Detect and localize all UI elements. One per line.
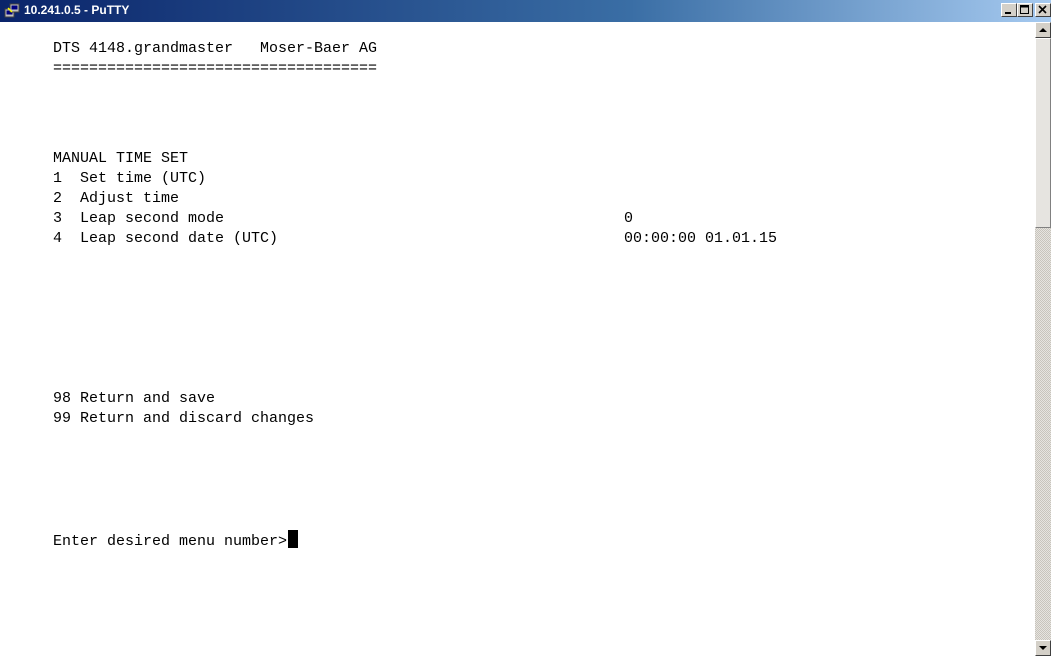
window-title: 10.241.0.5 - PuTTY xyxy=(24,3,130,17)
leap-second-date-value: 00:00:00 01.01.15 xyxy=(624,230,778,247)
title-bar[interactable]: 10.241.0.5 - PuTTY xyxy=(0,0,1051,22)
scroll-up-button[interactable] xyxy=(1035,22,1051,38)
menu-item-adjust-time: 2 Adjust time xyxy=(53,190,180,207)
menu-item-return-save: 98 Return and save xyxy=(53,390,216,407)
close-icon xyxy=(1038,5,1047,14)
maximize-icon xyxy=(1020,5,1029,14)
scrollbar-thumb[interactable] xyxy=(1035,38,1051,228)
vertical-scrollbar[interactable] xyxy=(1035,22,1051,656)
arrow-down-icon xyxy=(1039,646,1047,650)
input-prompt: Enter desired menu number> xyxy=(53,533,288,550)
terminal-header: DTS 4148.grandmaster Moser-Baer AG xyxy=(53,40,378,57)
putty-window: 10.241.0.5 - PuTTY DTS 4148.grandmaster xyxy=(0,0,1051,656)
leap-second-mode-value: 0 xyxy=(624,210,634,227)
input-prompt-line: Enter desired menu number> xyxy=(53,530,299,550)
section-title: MANUAL TIME SET xyxy=(53,150,189,167)
menu-item-leap-second-mode: 3 Leap second mode xyxy=(53,210,225,227)
putty-app-icon[interactable] xyxy=(4,3,20,19)
terminal-separator: ==================================== xyxy=(53,60,378,77)
maximize-button[interactable] xyxy=(1017,3,1033,17)
menu-item-set-time: 1 Set time (UTC) xyxy=(53,170,207,187)
menu-item-return-discard: 99 Return and discard changes xyxy=(53,410,315,427)
arrow-up-icon xyxy=(1039,28,1047,32)
terminal-area[interactable]: DTS 4148.grandmaster Moser-Baer AG =====… xyxy=(0,22,1035,656)
close-button[interactable] xyxy=(1035,3,1051,17)
scroll-down-button[interactable] xyxy=(1035,640,1051,656)
minimize-button[interactable] xyxy=(1001,3,1017,17)
minimize-icon xyxy=(1005,12,1011,14)
text-cursor[interactable] xyxy=(288,530,299,548)
menu-item-leap-second-date: 4 Leap second date (UTC) xyxy=(53,230,279,247)
caption-buttons xyxy=(1001,3,1051,19)
